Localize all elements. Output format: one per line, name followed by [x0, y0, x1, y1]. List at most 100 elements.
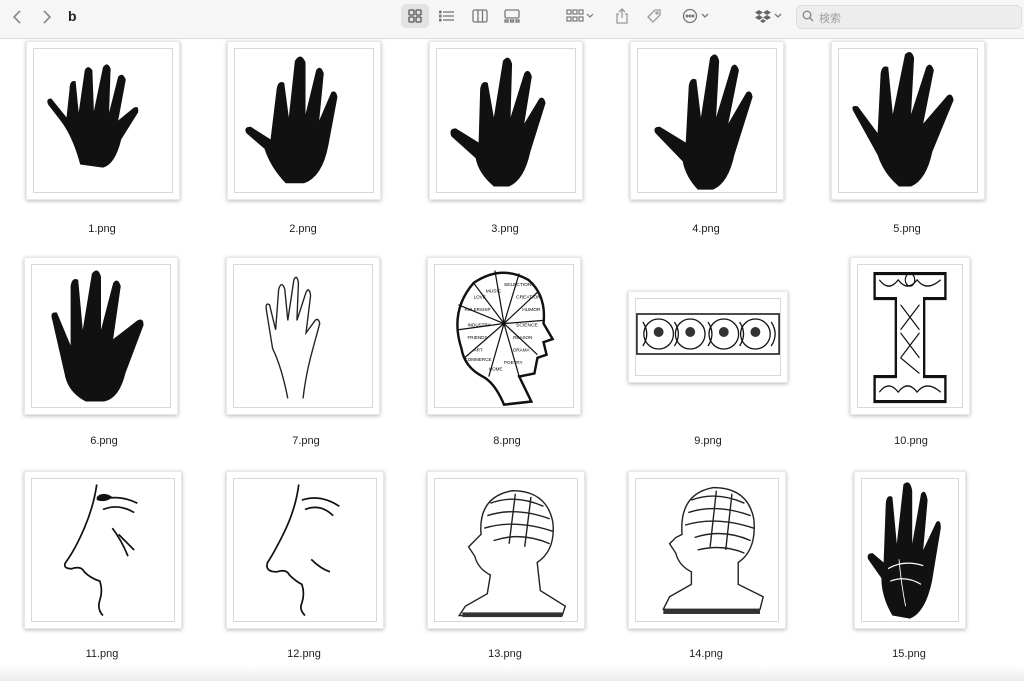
head-label: SELECTION: [504, 282, 532, 288]
file-thumbnail[interactable]: [831, 41, 985, 200]
search-placeholder: 検索: [819, 13, 841, 25]
file-thumbnail[interactable]: [24, 471, 182, 629]
head-label: POETRY: [504, 360, 523, 365]
file-name: 15.png: [892, 648, 926, 660]
file-item[interactable]: 6.png: [20, 257, 180, 457]
head-label: MUSIC: [486, 288, 502, 294]
file-name: 13.png: [488, 648, 522, 660]
file-thumbnail[interactable]: [429, 41, 583, 200]
file-item[interactable]: 9.png: [624, 257, 788, 457]
file-item[interactable]: 5.png: [827, 41, 987, 241]
back-icon: [12, 10, 21, 24]
file-name: 5.png: [893, 223, 921, 235]
action-button[interactable]: [680, 4, 714, 28]
celtic-letter-image: [873, 272, 947, 404]
file-name: 1.png: [88, 223, 116, 235]
head-label: CREATION: [516, 295, 541, 301]
file-name: 10.png: [894, 435, 928, 447]
column-view-button[interactable]: [466, 4, 494, 28]
file-item[interactable]: 12.png: [224, 471, 384, 671]
head-label: REASON: [513, 335, 532, 340]
file-name: 9.png: [694, 435, 722, 447]
hand-outline-image: [265, 276, 321, 399]
file-name: 6.png: [90, 435, 118, 447]
group-button[interactable]: [562, 4, 598, 28]
file-item[interactable]: 7.png: [222, 257, 382, 457]
file-name: 3.png: [491, 223, 519, 235]
handprint-image: [51, 270, 144, 402]
forward-button[interactable]: [38, 8, 56, 26]
folder-title: b: [68, 8, 77, 24]
ornament-banner-image: [636, 313, 780, 355]
gallery-view-button[interactable]: [498, 4, 526, 28]
window-bottom-edge: [0, 665, 1024, 681]
head-label: ART: [474, 348, 483, 353]
phrenology-head-image: MUSIC SELECTION CREATION HUMOR SCIENCE R…: [456, 270, 555, 406]
handprint-image: [654, 54, 753, 190]
file-name: 7.png: [292, 435, 320, 447]
file-thumbnail[interactable]: [628, 291, 788, 383]
handprint-image: [450, 57, 546, 187]
file-thumbnail[interactable]: [427, 471, 585, 629]
file-thumbnail[interactable]: [850, 257, 970, 415]
file-thumbnail[interactable]: [854, 471, 966, 629]
file-thumbnail[interactable]: [24, 257, 178, 415]
share-icon: [616, 8, 628, 24]
nose-profile-image: [63, 484, 138, 617]
file-name: 12.png: [287, 648, 321, 660]
back-button[interactable]: [8, 8, 26, 26]
file-thumbnail[interactable]: [226, 257, 380, 415]
nose-profile-image: [266, 484, 340, 617]
phrenology-bust-image: [457, 490, 567, 618]
file-item[interactable]: 15.png: [829, 471, 989, 671]
file-item[interactable]: 3.png: [425, 41, 585, 241]
head-label: COMMERCE: [464, 357, 491, 362]
file-icon-grid: 1.png 2.png 3.png 4.png 5.png 6.png 7.pn…: [0, 39, 1024, 681]
phrenology-bust-image: [662, 486, 764, 614]
file-thumbnail[interactable]: [630, 41, 784, 200]
file-name: 14.png: [689, 648, 723, 660]
file-name: 2.png: [289, 223, 317, 235]
action-icon: [682, 8, 709, 24]
file-name: 8.png: [493, 435, 521, 447]
handprint-image: [852, 52, 954, 187]
file-item[interactable]: 10.png: [827, 257, 987, 457]
file-name: 4.png: [692, 223, 720, 235]
file-item[interactable]: 4.png: [626, 41, 786, 241]
file-item[interactable]: 11.png: [22, 471, 182, 671]
file-item[interactable]: 14.png: [626, 471, 786, 671]
search-icon: [802, 10, 814, 22]
list-view-button[interactable]: [433, 4, 461, 28]
head-label: LOVE: [474, 295, 486, 300]
file-thumbnail[interactable]: MUSIC SELECTION CREATION HUMOR SCIENCE R…: [427, 257, 581, 415]
handprint-image: [47, 64, 139, 168]
tag-button[interactable]: [642, 4, 666, 28]
file-thumbnail[interactable]: [227, 41, 381, 200]
palmistry-hand-image: [867, 482, 941, 619]
head-label: HUMOR: [522, 307, 541, 313]
search-field[interactable]: 検索: [796, 5, 1022, 29]
file-item[interactable]: 1.png: [22, 41, 182, 241]
file-item[interactable]: MUSIC SELECTION CREATION HUMOR SCIENCE R…: [423, 257, 583, 457]
head-label: DRAMA: [513, 348, 530, 353]
head-label: INDUSTRY: [468, 323, 491, 328]
head-label: FRIENDS: [468, 335, 488, 340]
tag-icon: [647, 9, 661, 23]
handprint-image: [245, 56, 338, 184]
column-view-icon: [472, 9, 488, 23]
head-label: SCIENCE: [516, 323, 538, 329]
list-view-icon: [439, 10, 454, 22]
file-thumbnail[interactable]: [628, 471, 786, 629]
head-label: RULERSHIP: [464, 307, 490, 312]
file-item[interactable]: 2.png: [223, 41, 383, 241]
file-thumbnail[interactable]: [26, 41, 180, 200]
file-thumbnail[interactable]: [226, 471, 384, 629]
finder-toolbar: b 検索: [0, 0, 1024, 39]
share-button[interactable]: [610, 4, 634, 28]
icon-view-button[interactable]: [401, 4, 429, 28]
file-item[interactable]: 13.png: [425, 471, 585, 671]
file-name: 11.png: [85, 648, 119, 660]
dropbox-icon: [755, 10, 782, 23]
dropbox-button[interactable]: [752, 4, 786, 28]
head-label: HOME: [489, 366, 503, 371]
